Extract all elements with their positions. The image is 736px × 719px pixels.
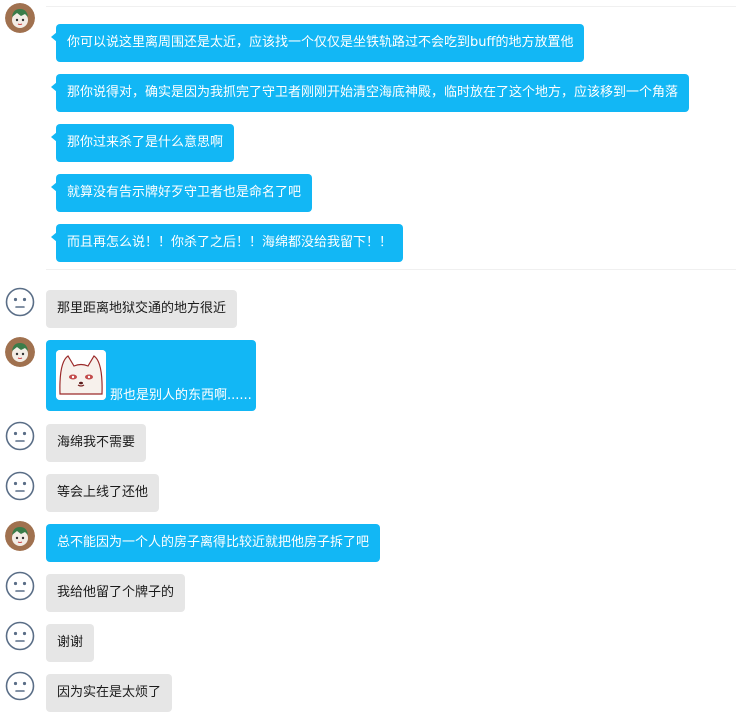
other-avatar-icon[interactable] — [5, 571, 35, 601]
message-bubble[interactable]: 总不能因为一个人的房子离得比较近就把他房子拆了吧 — [46, 524, 381, 562]
message-bubble[interactable]: 就算没有告示牌好歹守卫者也是命名了吧 — [50, 174, 313, 212]
other-avatar-icon[interactable] — [5, 287, 35, 317]
self-avatar-icon[interactable] — [5, 3, 35, 33]
message-bubble[interactable]: 等会上线了还他 — [46, 474, 160, 512]
self-avatar-icon[interactable] — [5, 521, 35, 551]
message-bubble[interactable]: 那也是别人的东西啊...... — [46, 340, 256, 411]
white-dog-sticker[interactable] — [56, 350, 106, 400]
message-bubble[interactable]: 谢谢 — [46, 624, 95, 662]
chat-window: 你可以说这里离周围还是太近，应该找一个仅仅是坐铁轨路过不会吃到buff的地方放置… — [0, 0, 736, 719]
message-bubble[interactable]: 那你说得对，确实是因为我抓完了守卫者刚刚开始清空海底神殿，临时放在了这个地方，应… — [50, 74, 690, 112]
message-bubble[interactable]: 那里距离地狱交通的地方很近 — [46, 290, 238, 328]
message-bubble[interactable]: 我给他留了个牌子的 — [46, 574, 186, 612]
message-bubble[interactable]: 你可以说这里离周围还是太近，应该找一个仅仅是坐铁轨路过不会吃到buff的地方放置… — [50, 24, 585, 62]
other-avatar-icon[interactable] — [5, 621, 35, 651]
message-bubble[interactable]: 而且再怎么说！！你杀了之后！！海绵都没给我留下！！ — [50, 224, 404, 262]
message-bubble[interactable]: 因为实在是太烦了 — [46, 674, 173, 712]
message-bubble[interactable]: 那你过来杀了是什么意思啊 — [50, 124, 235, 162]
other-avatar-icon[interactable] — [5, 671, 35, 701]
message-text: 那也是别人的东西啊...... — [110, 388, 252, 403]
other-avatar-icon[interactable] — [5, 421, 35, 451]
other-avatar-icon[interactable] — [5, 471, 35, 501]
self-avatar-icon[interactable] — [5, 337, 35, 367]
message-bubble[interactable]: 海绵我不需要 — [46, 424, 147, 462]
